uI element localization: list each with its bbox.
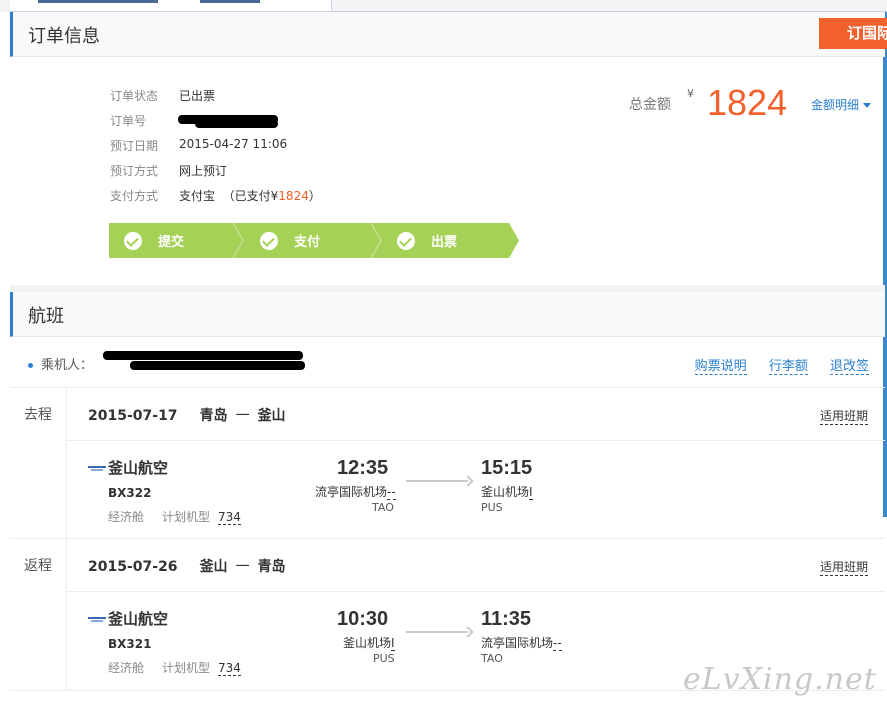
scrollbar[interactable]	[883, 12, 887, 517]
departure-time: 12:35	[337, 457, 389, 479]
arrow-right-icon	[406, 475, 474, 487]
divider	[66, 539, 67, 691]
step-label: 提交	[158, 235, 185, 250]
redacted-passenger-name	[130, 361, 305, 370]
departure-airport: 流亭国际机场--	[315, 485, 396, 500]
payment-method-name: 支付宝	[179, 189, 216, 203]
leg-route: 釜山一青岛	[199, 559, 286, 575]
progress-step-submit: 提交	[124, 223, 184, 258]
airline-logo-icon	[88, 465, 106, 472]
airline: 釜山航空	[88, 608, 168, 629]
passenger-row: 乘机人：	[28, 354, 93, 373]
departure-airport: 釜山机场I	[343, 636, 395, 651]
cabin-info: 经济舱 计划机型 734	[108, 661, 241, 676]
arrival-code: TAO	[481, 652, 503, 665]
bullet-icon	[28, 363, 33, 368]
top-tab[interactable]	[10, 0, 332, 12]
policy-links: 购票说明 行李额 退改签	[677, 355, 869, 375]
arrival-code: PUS	[481, 501, 503, 514]
arrow-right-icon	[406, 626, 474, 638]
outbound-date-route: 2015-07-17 青岛一釜山	[88, 405, 286, 425]
divider	[10, 387, 885, 388]
booking-date-value: 2015-04-27 11:06	[179, 137, 288, 151]
applicable-schedule-link[interactable]: 适用班期	[819, 407, 868, 425]
departure-code: PUS	[373, 652, 395, 665]
order-progress-bar: 提交 支付 出票	[109, 223, 519, 258]
step-label: 出票	[431, 235, 458, 250]
paid-amount: 1824	[278, 189, 309, 203]
arrival-airport: 釜山机场I	[481, 485, 533, 500]
amount-detail-link[interactable]: 金额明细	[811, 96, 872, 113]
plane-type-link[interactable]: 734	[218, 661, 241, 676]
departure-time: 10:30	[337, 608, 389, 630]
progress-step-pay: 支付	[260, 223, 320, 258]
terminal-link[interactable]: --	[387, 485, 396, 500]
arrival-airport: 流亭国际机场--	[481, 636, 562, 651]
currency-symbol: ¥	[687, 87, 694, 100]
arrival-time: 11:35	[481, 608, 532, 630]
ticket-info-link[interactable]: 购票说明	[694, 359, 747, 375]
terminal-link[interactable]: I	[529, 485, 533, 500]
redacted-order-number	[195, 120, 278, 128]
airline-name: 釜山航空	[108, 459, 169, 477]
leg-date: 2015-07-26	[88, 559, 178, 575]
return-date-route: 2015-07-26 釜山一青岛	[88, 556, 286, 576]
total-label: 总金额	[629, 97, 671, 113]
arrival-time: 15:15	[481, 457, 533, 479]
refund-change-link[interactable]: 退改签	[829, 359, 869, 375]
redacted-passenger-name	[103, 351, 303, 360]
check-circle-icon	[260, 231, 278, 250]
order-info-title: 订单信息	[28, 26, 100, 47]
cabin-info: 经济舱 计划机型 734	[108, 510, 241, 525]
field-label: 预订方式	[110, 164, 159, 178]
booking-method-value: 网上预订	[179, 164, 228, 178]
divider	[67, 440, 885, 441]
payment-method-value: 支付宝 （已支付¥1824）	[179, 187, 321, 204]
progress-step-ticketed: 出票	[397, 223, 457, 258]
applicable-schedule-link[interactable]: 适用班期	[819, 558, 868, 576]
flight-number: BX321	[108, 637, 152, 651]
baggage-link[interactable]: 行李额	[768, 359, 808, 375]
top-tab-strip	[0, 0, 887, 12]
terminal-link[interactable]: I	[391, 636, 395, 651]
departure-code: TAO	[372, 501, 394, 514]
outbound-label: 去程	[24, 407, 52, 423]
check-circle-icon	[397, 231, 415, 250]
field-label: 订单号	[110, 114, 147, 128]
flight-header: 航班	[10, 292, 885, 337]
field-label: 预订日期	[110, 139, 159, 153]
watermark: eLvXing.net	[683, 662, 877, 697]
total-amount: 1824	[707, 82, 788, 123]
field-label: 订单状态	[110, 89, 159, 103]
passenger-label: 乘机人：	[41, 358, 94, 373]
divider	[10, 538, 885, 539]
order-status-value: 已出票	[179, 89, 216, 103]
airline: 釜山航空	[88, 457, 168, 478]
leg-route: 青岛一釜山	[199, 408, 286, 424]
airline-name: 釜山航空	[108, 610, 169, 628]
airline-logo-icon	[88, 616, 106, 623]
flight-number: BX322	[108, 486, 152, 500]
leg-date: 2015-07-17	[88, 408, 178, 424]
divider	[66, 388, 67, 538]
paid-note: （已支付¥1824）	[222, 189, 321, 203]
step-label: 支付	[294, 235, 321, 250]
caret-down-icon	[863, 103, 872, 108]
order-info-header: 订单信息	[10, 12, 885, 57]
section-divider	[10, 285, 885, 292]
return-label: 返程	[24, 558, 52, 574]
plane-type-link[interactable]: 734	[218, 510, 241, 525]
order-international-button[interactable]: 订国际	[819, 18, 887, 49]
field-label: 支付方式	[110, 189, 159, 203]
flight-title: 航班	[28, 306, 64, 327]
terminal-link[interactable]: --	[553, 636, 562, 651]
check-circle-icon	[124, 231, 142, 250]
divider	[67, 591, 885, 592]
